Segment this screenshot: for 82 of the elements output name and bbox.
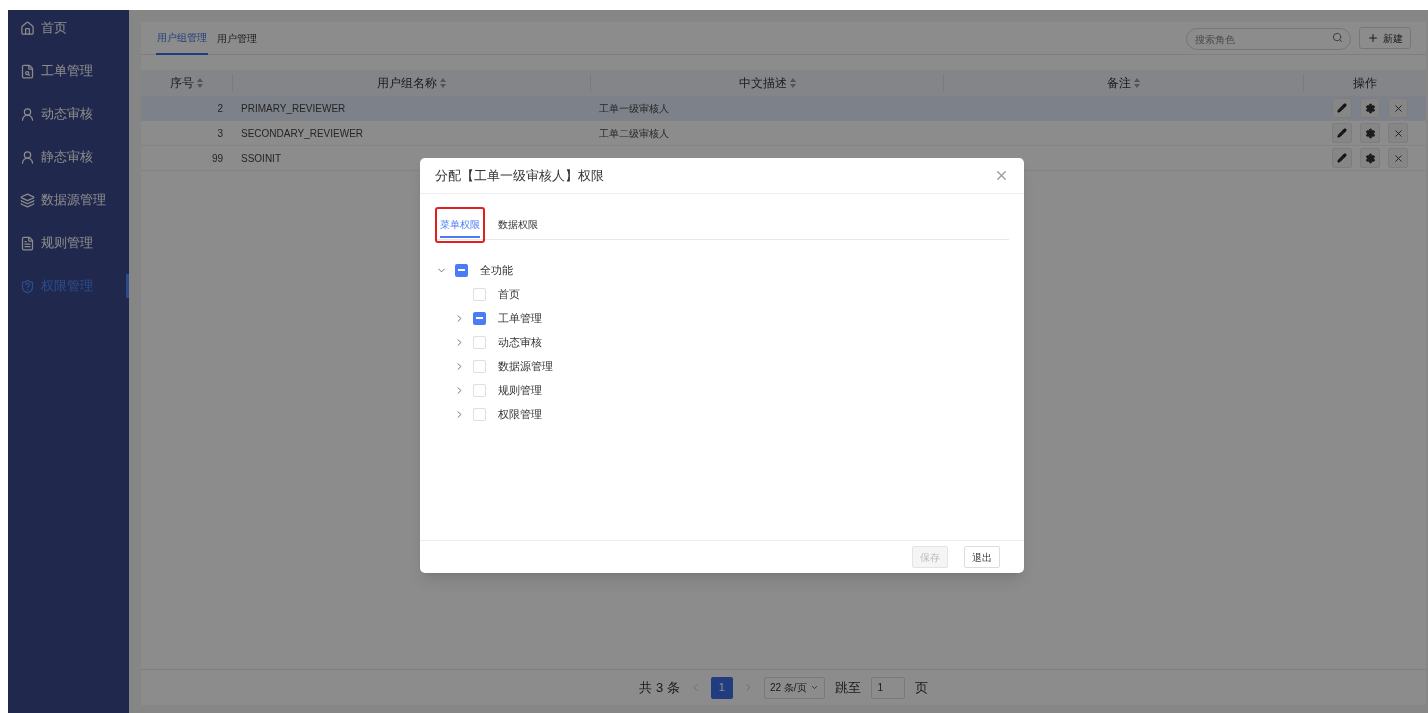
sort-icon[interactable]	[789, 78, 796, 88]
shield-icon	[20, 278, 35, 294]
delete-button[interactable]	[1388, 123, 1408, 143]
table-cell: 2	[217, 102, 223, 114]
checkbox[interactable]	[473, 335, 486, 349]
edit-button[interactable]	[1332, 148, 1352, 168]
page-input[interactable]: 1	[870, 676, 905, 699]
delete-button[interactable]	[1388, 98, 1408, 118]
checkbox[interactable]	[455, 263, 468, 277]
tree-node-label[interactable]: 首页	[498, 285, 520, 303]
settings-icon	[1364, 152, 1376, 164]
sidebar-item[interactable]: 数据源管理	[8, 188, 129, 212]
tab[interactable]: 用户组管理	[156, 21, 208, 55]
sidebar-item[interactable]: 规则管理	[8, 231, 129, 255]
sidebar-item[interactable]: 静态审核	[8, 145, 129, 169]
user-icon	[20, 106, 35, 122]
caret-icon	[809, 683, 819, 692]
column-header[interactable]: 备注	[944, 74, 1304, 92]
table-cell: 3	[217, 127, 223, 139]
edit-button[interactable]	[1332, 123, 1352, 143]
checkbox[interactable]	[473, 359, 486, 373]
close-icon	[1392, 152, 1404, 164]
column-header[interactable]: 序号	[141, 74, 233, 92]
pencil-icon	[1337, 128, 1347, 138]
table-cell: 99	[211, 152, 223, 164]
table-cell: 工单一级审核人	[599, 102, 669, 114]
user-icon	[20, 149, 35, 165]
edit-button[interactable]	[1332, 98, 1352, 118]
column-header[interactable]: 中文描述	[591, 74, 944, 92]
tree-node-label[interactable]: 数据源管理	[498, 357, 553, 375]
plus-icon	[1367, 32, 1379, 44]
delete-button[interactable]	[1388, 148, 1408, 168]
checkbox[interactable]	[473, 383, 486, 397]
column-header: 操作	[1352, 75, 1378, 92]
sidebar-item[interactable]: 动态审核	[8, 102, 129, 126]
page-button[interactable]: 1	[710, 676, 733, 699]
page-size-select[interactable]: 22 条/页	[763, 676, 825, 699]
table-row[interactable]: 2 PRIMARY_REVIEWER 工单一级审核人	[141, 96, 1426, 121]
table-cell: SSOINIT	[241, 152, 281, 164]
tree-node-label[interactable]: 工单管理	[498, 309, 542, 327]
settings-button[interactable]	[1360, 148, 1380, 168]
home-icon	[20, 20, 35, 36]
sort-icon[interactable]	[197, 78, 203, 88]
sidebar-item[interactable]: 首页	[8, 16, 129, 40]
checkbox[interactable]	[473, 311, 486, 325]
tree-node-label[interactable]: 全功能	[480, 261, 513, 279]
tree-node-label[interactable]: 权限管理	[498, 405, 542, 423]
settings-icon	[1364, 127, 1376, 139]
sort-icon[interactable]	[440, 78, 446, 88]
new-button[interactable]: 新建	[1359, 27, 1411, 49]
document-icon	[20, 63, 35, 79]
tab[interactable]: 菜单权限	[440, 212, 480, 238]
settings-button[interactable]	[1360, 123, 1380, 143]
close-icon	[1392, 127, 1404, 139]
tree-node-label[interactable]: 动态审核	[498, 333, 542, 351]
dialog-button[interactable]: 退出	[964, 546, 1000, 568]
column-header[interactable]: 用户组名称	[233, 74, 591, 92]
total-count: 共 3 条	[639, 678, 680, 697]
checkbox[interactable]	[473, 407, 486, 421]
settings-icon	[1364, 102, 1376, 114]
settings-button[interactable]	[1360, 98, 1380, 118]
jump-label: 跳至	[834, 678, 861, 697]
sort-icon[interactable]	[1134, 78, 1140, 88]
tab[interactable]: 用户管理	[216, 21, 258, 55]
table-cell: 工单二级审核人	[599, 127, 669, 139]
page-suffix: 页	[914, 678, 928, 697]
checkbox[interactable]	[473, 287, 486, 301]
pencil-icon	[1337, 103, 1347, 113]
close-icon	[1392, 102, 1404, 114]
sidebar-item[interactable]: 工单管理	[8, 59, 129, 83]
close-icon[interactable]	[994, 168, 1009, 183]
search-field[interactable]: 搜索角色	[1186, 28, 1351, 51]
document-icon	[20, 235, 35, 251]
pencil-icon	[1337, 153, 1347, 163]
dialog-title: 分配【工单一级审核人】权限	[435, 166, 604, 185]
layers-icon	[20, 192, 35, 208]
tab[interactable]: 数据权限	[498, 212, 538, 238]
table-cell: SECONDARY_REVIEWER	[241, 127, 364, 139]
search-icon[interactable]	[1332, 31, 1343, 43]
table-cell: PRIMARY_REVIEWER	[241, 102, 346, 114]
tree-node-label[interactable]: 规则管理	[498, 381, 542, 399]
table-row[interactable]: 3 SECONDARY_REVIEWER 工单二级审核人	[141, 121, 1426, 146]
